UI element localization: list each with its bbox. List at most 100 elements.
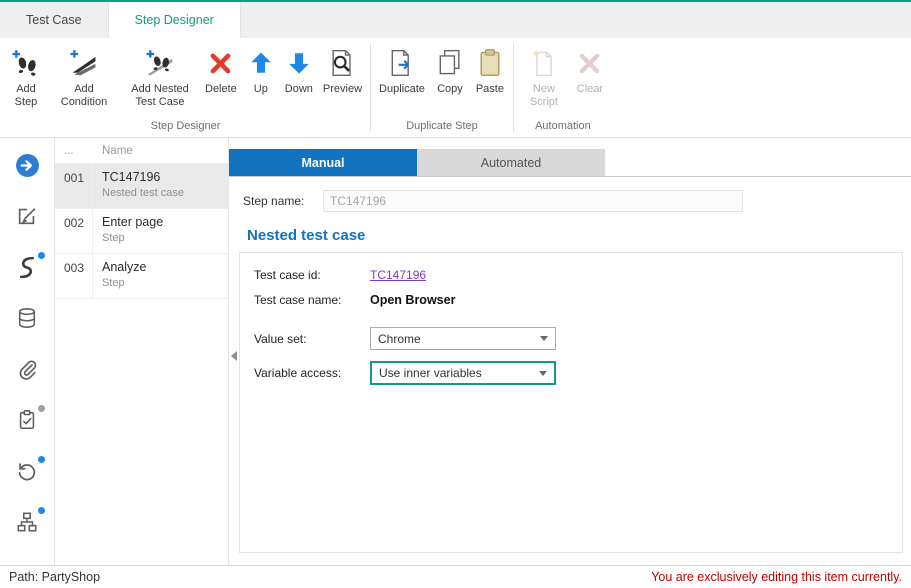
step-type: Nested test case [102,187,184,199]
clear-label: Clear [577,83,603,96]
ribbon-separator [370,43,371,132]
step-detail-panel: Manual Automated Step name: Nested test … [229,138,911,565]
value-set-selected: Chrome [378,332,421,346]
copy-button[interactable]: Copy [430,43,470,98]
delete-button[interactable]: Delete [200,43,242,98]
detail-tab-strip: Manual Automated [229,149,911,177]
sidebar-item-history[interactable] [14,458,40,484]
status-bar: Path: PartyShop You are exclusively edit… [0,565,911,588]
copy-label: Copy [437,83,463,96]
preview-button[interactable]: Preview [318,43,367,98]
collapse-panel-handle[interactable] [231,351,237,361]
field-test-case-id: Test case id: TC147196 [254,268,902,282]
ribbon: Add Step Add Condition [0,38,911,138]
paste-label: Paste [476,83,504,96]
tab-bar-filler [241,2,911,38]
step-list-header: ... Name [55,138,228,164]
history-badge [38,456,45,463]
test-case-name-value: Open Browser [370,293,455,307]
variable-access-selected: Use inner variables [379,366,482,380]
paste-button[interactable]: Paste [470,43,510,98]
test-case-id-label: Test case id: [254,268,370,282]
value-set-select[interactable]: Chrome [370,327,556,350]
steps-badge [38,252,45,259]
preview-icon [327,45,357,81]
hierarchy-badge [38,507,45,514]
steps-curve-icon [15,255,40,280]
field-test-case-name: Test case name: Open Browser [254,293,902,307]
ribbon-group-label-step-designer: Step Designer [4,118,367,137]
tab-step-designer[interactable]: Step Designer [109,2,241,38]
value-set-label: Value set: [254,332,370,346]
add-nested-test-case-button[interactable]: Add Nested Test Case [120,43,200,111]
sidebar-item-steps[interactable] [14,254,40,280]
column-header-name: Name [93,145,133,157]
add-condition-icon [69,45,99,81]
status-message: You are exclusively editing this item cu… [651,570,902,584]
step-name: Analyze [102,260,146,274]
chevron-down-icon [539,371,547,376]
sidebar-item-edit[interactable] [14,203,40,229]
clear-button: Clear [571,43,609,98]
duplicate-icon [387,45,417,81]
down-arrow-icon [286,45,312,81]
forward-circle-icon [15,153,40,178]
database-icon [16,307,38,329]
ribbon-group-automation: New Script Clear Automation [517,38,609,137]
add-step-button[interactable]: Add Step [4,43,48,111]
variable-access-select[interactable]: Use inner variables [370,361,556,385]
sidebar-item-checklist[interactable] [14,407,40,433]
duplicate-label: Duplicate [379,83,425,96]
step-number: 002 [55,209,93,253]
tab-automated[interactable]: Automated [417,149,605,176]
left-icon-rail [0,138,55,565]
step-row-002[interactable]: 002 Enter page Step [55,209,228,254]
up-button[interactable]: Up [242,43,280,98]
field-value-set: Value set: Chrome [254,327,902,350]
step-row-003[interactable]: 003 Analyze Step [55,254,228,299]
paperclip-icon [16,358,38,380]
add-condition-button[interactable]: Add Condition [48,43,120,111]
delete-icon [207,45,234,81]
variable-access-label: Variable access: [254,366,370,380]
test-case-id-link[interactable]: TC147196 [370,268,426,282]
ribbon-group-label-automation: Automation [517,118,609,137]
add-step-label: Add Step [9,83,43,109]
ribbon-group-label-duplicate-step: Duplicate Step [374,118,510,137]
sitemap-icon [16,511,38,533]
step-name-row: Step name: [243,190,911,212]
sidebar-item-hierarchy[interactable] [14,509,40,535]
step-name-input[interactable] [323,190,743,212]
delete-label: Delete [205,83,237,96]
edit-icon [16,205,38,227]
up-arrow-icon [248,45,274,81]
step-number: 003 [55,254,93,298]
column-header-number: ... [55,145,93,157]
tab-test-case[interactable]: Test Case [0,2,109,38]
nested-test-case-panel: Test case id: TC147196 Test case name: O… [239,252,903,553]
sidebar-item-data[interactable] [14,305,40,331]
ribbon-group-duplicate-step: Duplicate Copy [374,38,510,137]
tab-manual[interactable]: Manual [229,149,417,176]
up-label: Up [254,83,268,96]
field-variable-access: Variable access: Use inner variables [254,361,902,385]
step-type: Step [102,277,146,289]
ribbon-separator [513,43,514,132]
window-tab-bar: Test Case Step Designer [0,2,911,38]
step-row-001[interactable]: 001 TC147196 Nested test case [55,164,228,209]
preview-label: Preview [323,83,362,96]
add-nested-test-case-icon [145,45,175,81]
add-step-icon [11,45,41,81]
status-path: Path: PartyShop [9,570,100,584]
duplicate-button[interactable]: Duplicate [374,43,430,98]
new-script-icon [529,45,559,81]
step-number: 001 [55,164,93,208]
sidebar-item-attachments[interactable] [14,356,40,382]
down-button[interactable]: Down [280,43,318,98]
sidebar-item-navigate[interactable] [14,152,40,178]
history-icon [16,460,38,482]
checklist-badge [38,405,45,412]
new-script-label: New Script [522,83,566,109]
test-case-name-label: Test case name: [254,293,370,307]
main-area: ... Name 001 TC147196 Nested test case 0… [0,138,911,565]
